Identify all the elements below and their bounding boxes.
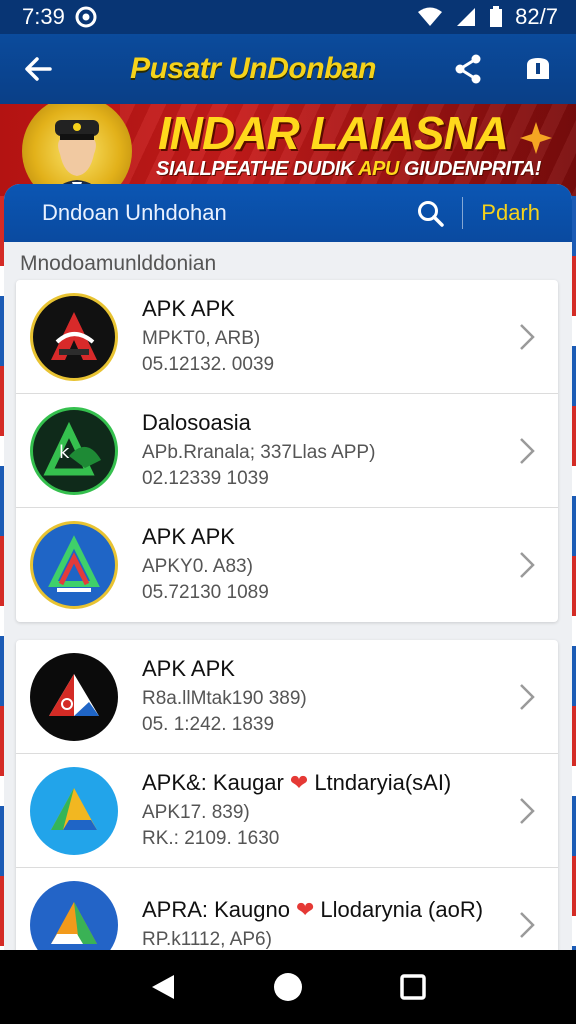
app-name-part1: APK&: Kaugar <box>142 769 284 795</box>
search-icon <box>418 201 445 227</box>
app-name: APK&: Kaugar ❤ Ltndaryia(sAI) <box>142 770 512 796</box>
share-icon <box>455 54 481 84</box>
search-action-button[interactable]: Pdarh <box>481 200 556 226</box>
app-name-part2: Llodarynia (aoR) <box>320 897 484 922</box>
nav-back-button[interactable] <box>135 959 191 1015</box>
app-bar: Pusatr UnDonban <box>0 34 576 104</box>
app-date: RK.: 2109. 1630 <box>142 827 280 849</box>
list-item[interactable]: k Dalosoasia APb.Rranala; 337Llas APP) 0… <box>16 394 558 508</box>
chevron-right-icon[interactable] <box>512 905 542 945</box>
svg-text:k: k <box>59 442 70 463</box>
square-recents-icon <box>400 974 427 1000</box>
nav-recents-button[interactable] <box>385 959 441 1015</box>
share-button[interactable] <box>446 47 490 91</box>
app-icon <box>30 521 118 609</box>
app-name: APRA: Kaugno ❤ Llodarynia (aoR) <box>142 897 512 923</box>
chevron-right-icon[interactable] <box>512 545 542 585</box>
heart-icon: ❤ <box>289 769 309 795</box>
list-item[interactable]: APK APK APKY0. A83) 05.72130 1089 <box>16 508 558 622</box>
chevron-right-icon[interactable] <box>512 791 542 831</box>
banner-subline: SIALLPEATHE DUDIK APU GIUDENPRITA! <box>156 158 541 181</box>
heart-icon: ❤ <box>295 897 315 922</box>
app-list-card: APK APK R8a.llMtak190 389) 05. 1:242. 18… <box>16 640 558 982</box>
status-battery-text: 82/7 <box>515 4 558 29</box>
sparkle-icon <box>520 122 552 154</box>
triangle-back-icon <box>151 975 174 999</box>
app-icon <box>30 766 118 855</box>
status-bar: 7:39 82/7 <box>0 0 576 34</box>
promo-banner[interactable]: INDAR LAIASNA SIALLPEATHE DUDIK APU GIUD… <box>0 104 576 196</box>
notification-icon <box>75 6 97 28</box>
search-button[interactable] <box>408 191 452 235</box>
search-divider <box>462 197 464 229</box>
app-icon <box>30 652 118 741</box>
circle-home-icon <box>273 973 302 1001</box>
app-date: 02.12339 1039 <box>142 467 269 489</box>
profile-button[interactable] <box>516 47 560 91</box>
app-meta: APK17. 839) <box>142 801 250 823</box>
search-label[interactable]: Dndoan Unhdohan <box>42 200 408 226</box>
app-date: 05.12132. 0039 <box>142 353 275 375</box>
wifi-icon <box>417 7 443 27</box>
banner-headline: INDAR LAIASNA <box>158 107 509 159</box>
app-name: APK APK <box>142 295 235 321</box>
app-icon <box>30 292 118 381</box>
banner-subline-part2: GIUDENPRITA! <box>398 158 541 180</box>
nav-home-button[interactable] <box>260 959 316 1015</box>
system-nav-bar <box>0 950 576 1024</box>
list-item[interactable]: APK&: Kaugar ❤ Ltndaryia(sAI) APK17. 839) … <box>16 754 558 868</box>
app-name: APK APK <box>142 524 235 549</box>
arrow-left-icon <box>25 57 52 81</box>
banner-subline-highlight: APU <box>358 158 399 180</box>
app-date: 05. 1:242. 1839 <box>142 713 275 735</box>
search-bar: Dndoan Unhdohan Pdarh <box>4 184 572 242</box>
back-button[interactable] <box>16 47 60 91</box>
list-item[interactable]: APK APK MPKT0, ARB) 05.12132. 0039 <box>16 280 558 394</box>
battery-icon <box>489 6 503 28</box>
bookmark-icon <box>526 58 549 79</box>
signal-icon <box>455 7 477 27</box>
chevron-right-icon[interactable] <box>512 677 542 717</box>
app-meta: APb.Rranala; 337Llas APP) <box>142 441 376 463</box>
app-name: Dalosoasia <box>142 409 251 435</box>
app-meta: R8a.llMtak190 389) <box>142 687 307 709</box>
app-title: Pusatr UnDonban <box>130 52 376 85</box>
app-date: 05.72130 1089 <box>142 582 269 603</box>
status-time: 7:39 <box>22 4 65 29</box>
app-name-part1: APRA: Kaugno <box>142 897 290 922</box>
app-list-card: APK APK MPKT0, ARB) 05.12132. 0039 k Dal… <box>16 280 558 622</box>
app-name-part2: Ltndaryia(sAI) <box>314 769 452 795</box>
app-meta: APKY0. A83) <box>142 556 253 577</box>
banner-subline-part1: SIALLPEATHE DUDIK <box>156 158 359 180</box>
section-title: Mnodoamunlddonian <box>20 252 217 275</box>
chevron-right-icon[interactable] <box>512 317 542 357</box>
chevron-right-icon[interactable] <box>512 431 542 471</box>
app-name: APK APK <box>142 655 235 681</box>
app-icon: k <box>30 406 118 495</box>
app-list: APK APK MPKT0, ARB) 05.12132. 0039 k Dal… <box>16 280 558 1000</box>
list-item[interactable]: APK APK R8a.llMtak190 389) 05. 1:242. 18… <box>16 640 558 754</box>
mascot-badge <box>22 104 132 196</box>
app-meta: MPKT0, ARB) <box>142 327 261 349</box>
